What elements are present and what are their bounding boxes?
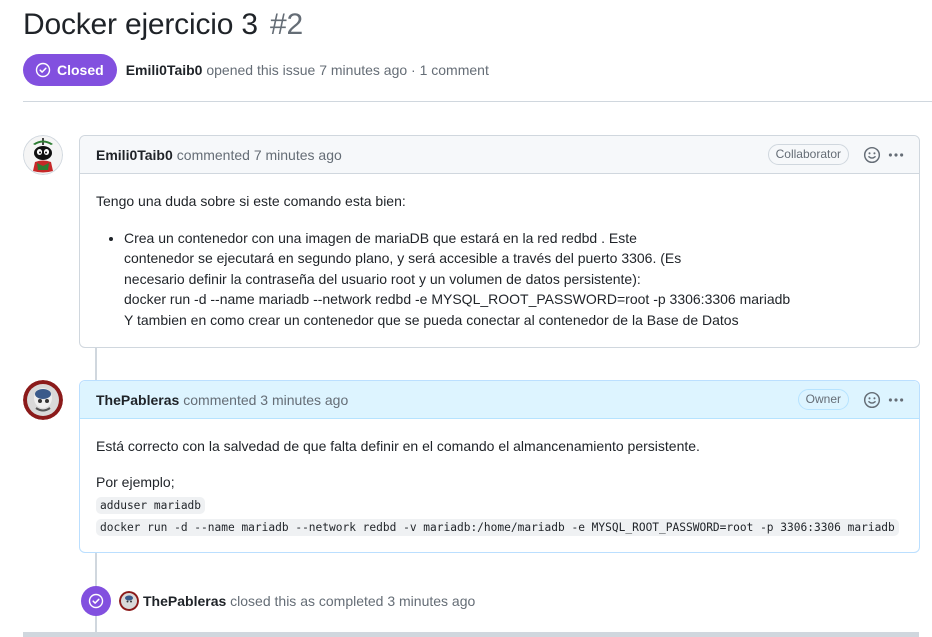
comment-header: Emili0Taib0 commented 7 minutes ago Coll… [80, 136, 919, 174]
avatar[interactable] [119, 591, 139, 611]
comment-text: Está correcto con la salvedad de que fal… [96, 438, 700, 454]
state-badge: Closed [23, 53, 117, 86]
list-item-line: docker run -d --name mariadb --network r… [124, 291, 791, 307]
comment-2: ThePableras commented 3 minutes ago Owne… [79, 380, 920, 553]
kebab-horizontal-icon[interactable] [887, 391, 905, 409]
comment-body: Tengo una duda sobre si este comando est… [80, 174, 919, 330]
issue-title-text: Docker ejercicio 3 [23, 8, 258, 41]
issue-meta: Emili0Taib0 opened this issue 7 minutes … [126, 62, 489, 78]
comment-header: ThePableras commented 3 minutes ago Owne… [80, 381, 919, 419]
issue-title: Docker ejercicio 3 #2 [23, 8, 303, 42]
avatar[interactable] [23, 380, 63, 420]
comment-timestamp[interactable]: commented 7 minutes ago [177, 147, 342, 163]
list-item-line: Y tambien en como crear un contenedor qu… [124, 311, 739, 328]
issue-closed-icon [81, 586, 111, 616]
role-badge: Owner [797, 389, 849, 410]
bottom-divider [23, 632, 919, 637]
example-label: Por ejemplo; [96, 473, 175, 490]
state-label: Closed [57, 61, 104, 78]
comment-author[interactable]: Emili0Taib0 [96, 147, 173, 163]
code-block: adduser mariadb docker run -d --name mar… [96, 494, 903, 538]
smiley-icon[interactable] [863, 146, 881, 164]
avatar[interactable] [23, 135, 63, 175]
list-item: Crea un contenedor con una imagen de mar… [124, 228, 903, 331]
issue-author-link[interactable]: Emili0Taib0 [126, 62, 203, 78]
comment-1: Emili0Taib0 commented 7 minutes ago Coll… [79, 135, 920, 348]
kebab-horizontal-icon[interactable] [887, 146, 905, 164]
smiley-icon[interactable] [863, 391, 881, 409]
issue-closed-icon [35, 62, 51, 78]
event-description: closed this as completed 3 minutes ago [230, 593, 476, 609]
list-item-line: Crea un contenedor con una imagen de mar… [124, 229, 637, 246]
closed-event: ThePableras closed this as completed 3 m… [81, 586, 475, 616]
comment-body: Está correcto con la salvedad de que fal… [80, 419, 919, 538]
header-divider [23, 101, 932, 102]
comment-author[interactable]: ThePableras [96, 392, 179, 408]
issue-meta-text: opened this issue 7 minutes ago · 1 comm… [206, 61, 489, 78]
list-item-line: contenedor se ejecutará en segundo plano… [124, 250, 682, 266]
comment-text: Tengo una duda sobre si este comando est… [96, 193, 406, 209]
issue-number: #2 [269, 8, 303, 41]
comment-timestamp[interactable]: commented 3 minutes ago [183, 392, 348, 408]
code-line: adduser mariadb [96, 497, 206, 514]
issue-state-row: Closed Emili0Taib0 opened this issue 7 m… [23, 53, 489, 86]
role-badge: Collaborator [767, 144, 849, 165]
event-text: ThePableras closed this as completed 3 m… [143, 593, 475, 609]
event-actor[interactable]: ThePableras [143, 593, 226, 609]
list-item-line: necesario definir la contraseña del usua… [124, 270, 641, 287]
comment-list: Crea un contenedor con una imagen de mar… [96, 228, 903, 331]
code-line: docker run -d --name mariadb --network r… [96, 519, 899, 536]
